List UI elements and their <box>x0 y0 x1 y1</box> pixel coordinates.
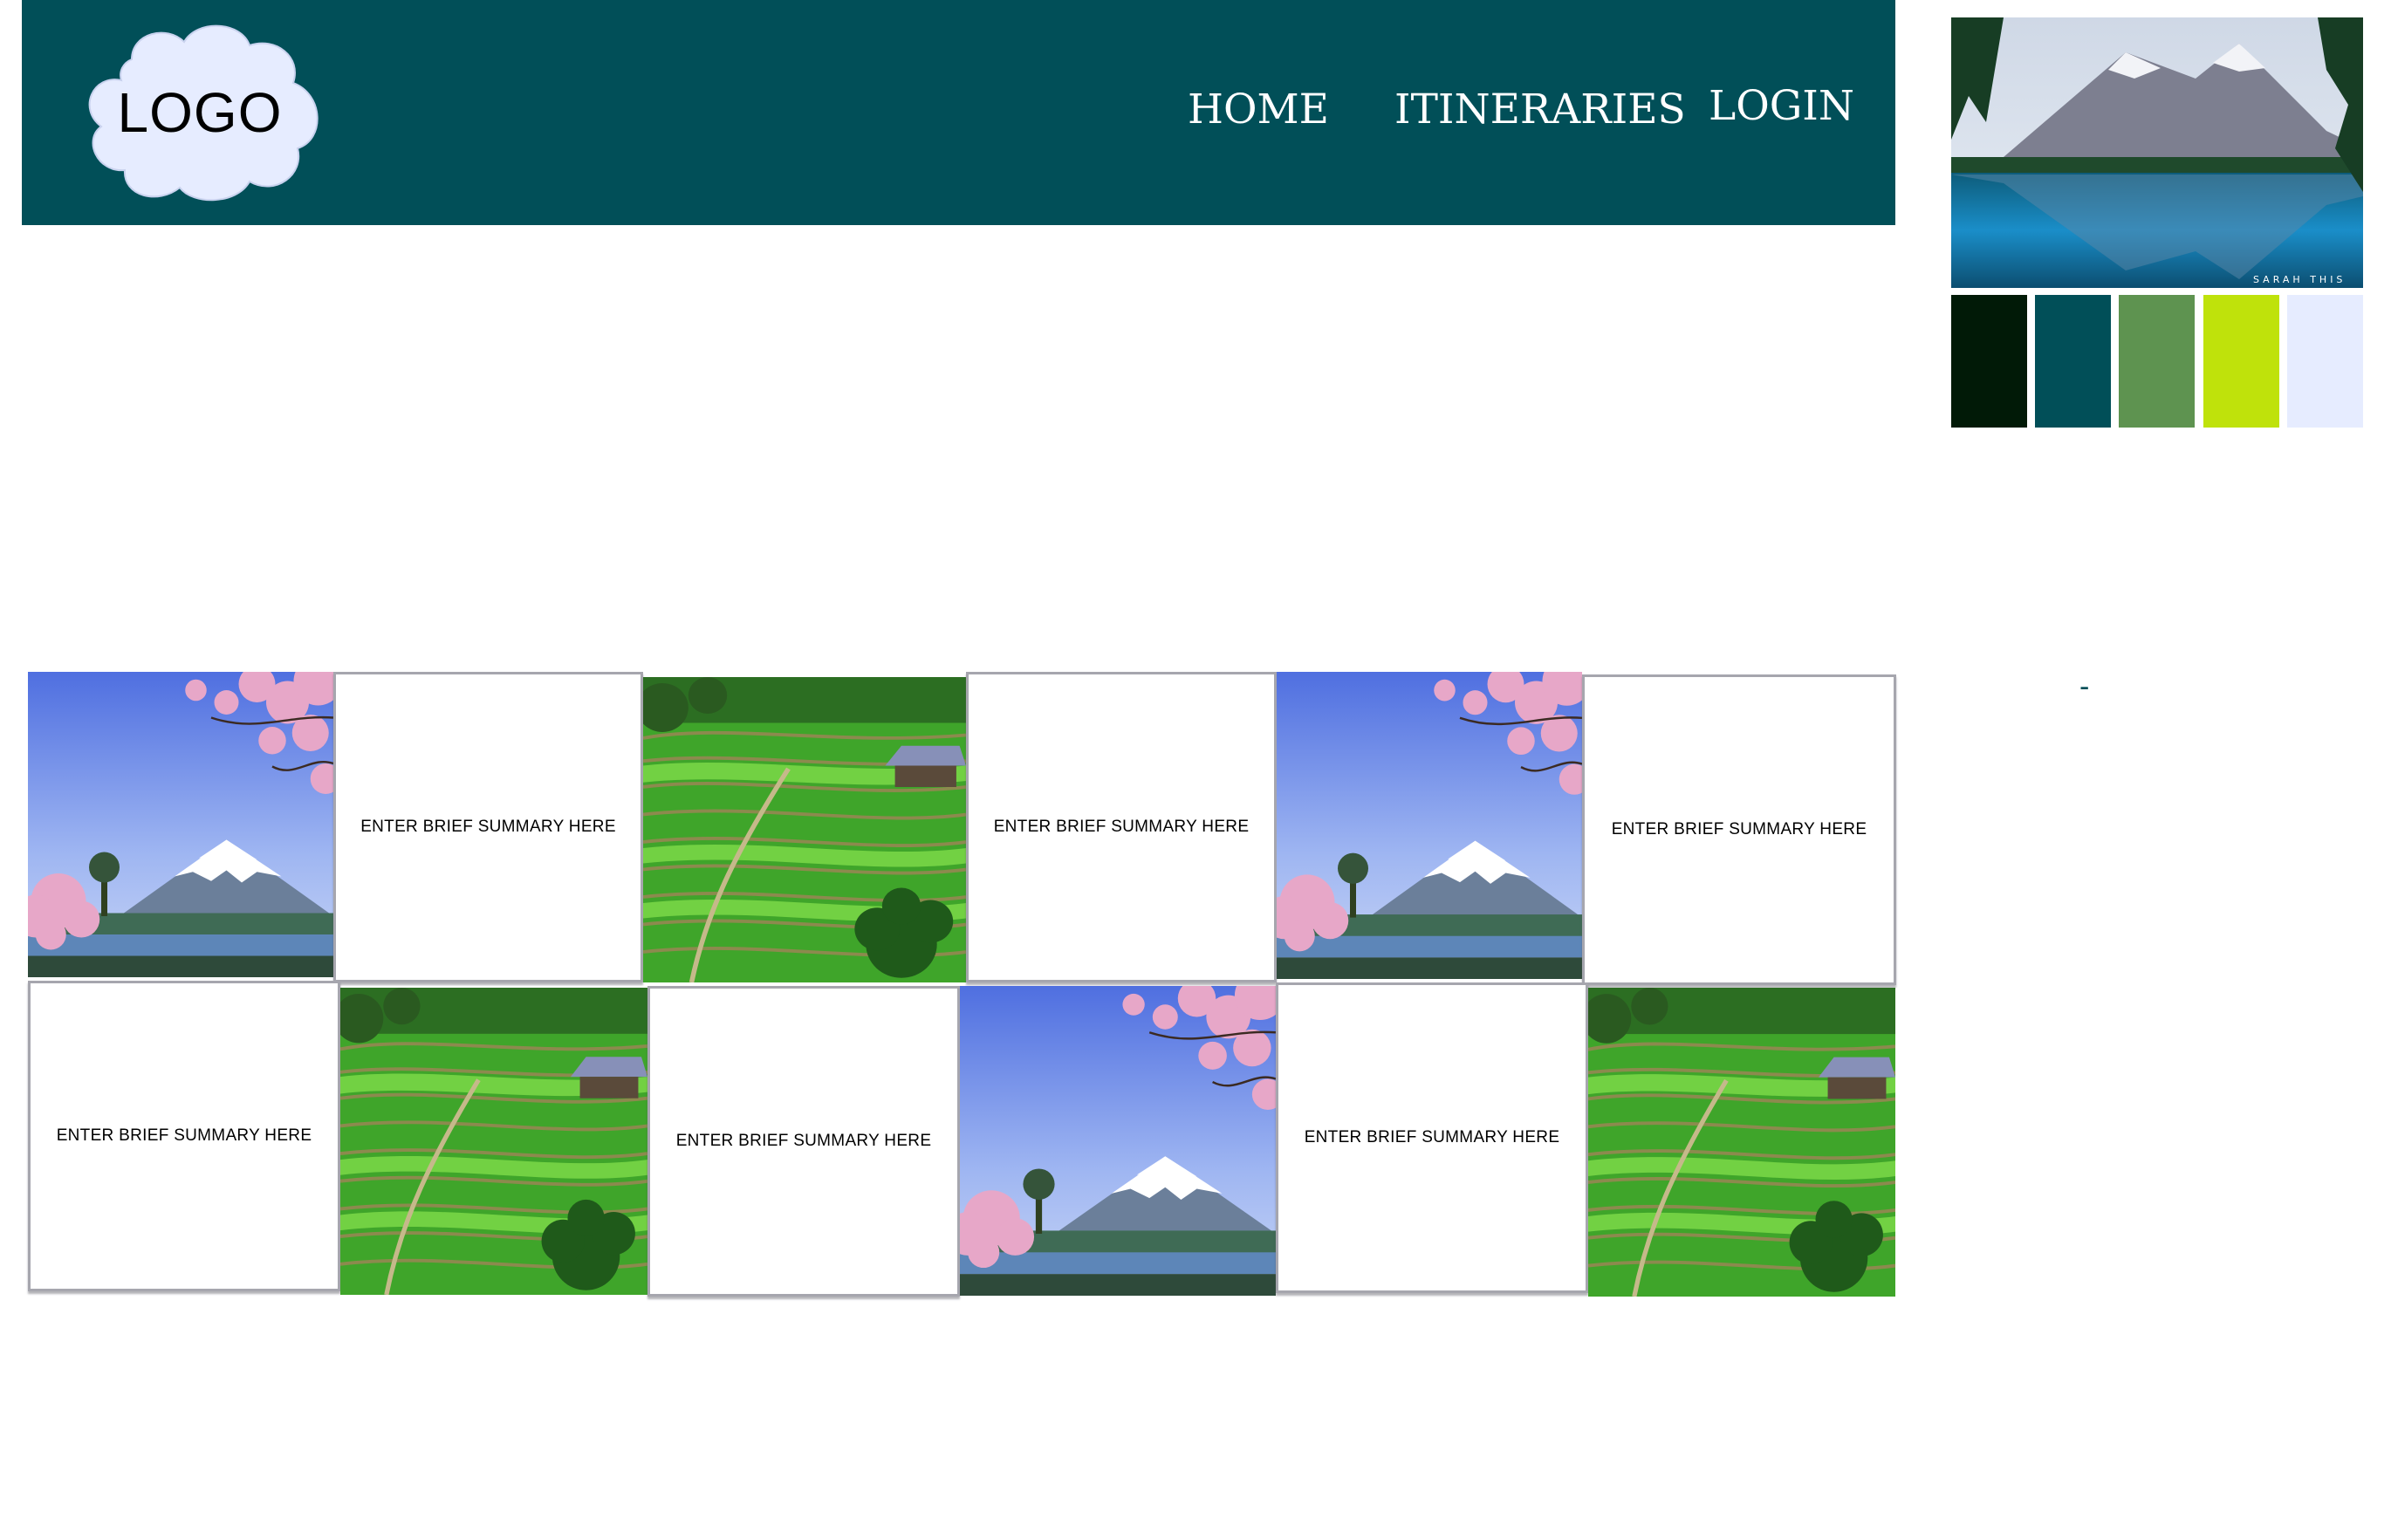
summary-card[interactable]: ENTER BRIEF SUMMARY HERE <box>333 672 643 982</box>
summary-text: ENTER BRIEF SUMMARY HERE <box>360 818 616 836</box>
grid-image-cherry-fuji[interactable] <box>28 672 333 977</box>
grid-image-cherry-fuji[interactable] <box>960 986 1276 1296</box>
summary-card[interactable]: ENTER BRIEF SUMMARY HERE <box>1582 674 1896 985</box>
logo-text: LOGO <box>117 81 283 144</box>
swatch-1 <box>1951 295 2027 428</box>
grid-image-rice-terrace[interactable] <box>643 677 966 982</box>
nav-itineraries-link[interactable]: ITINERARIES <box>1394 86 1686 133</box>
summary-text: ENTER BRIEF SUMMARY HERE <box>675 1132 932 1150</box>
summary-text: ENTER BRIEF SUMMARY HERE <box>1611 820 1867 838</box>
dash-mark: - <box>2079 670 2090 703</box>
summary-card[interactable]: ENTER BRIEF SUMMARY HERE <box>647 986 960 1297</box>
nav-login-link[interactable]: LOGIN <box>1709 82 1854 130</box>
summary-text: ENTER BRIEF SUMMARY HERE <box>993 818 1250 836</box>
swatch-5 <box>2287 295 2363 428</box>
photo-watermark: SARAH THIS <box>2253 274 2346 285</box>
swatch-2 <box>2035 295 2111 428</box>
grid-image-cherry-fuji[interactable] <box>1277 672 1582 979</box>
swatch-3 <box>2119 295 2195 428</box>
summary-text: ENTER BRIEF SUMMARY HERE <box>1304 1128 1560 1146</box>
logo[interactable]: LOGO <box>71 17 329 208</box>
grid-image-rice-terrace[interactable] <box>340 988 647 1295</box>
site-header: LOGO HOME ITINERARIES LOGIN <box>22 0 1895 225</box>
swatch-4 <box>2203 295 2279 428</box>
grid-image-rice-terrace[interactable] <box>1588 988 1895 1297</box>
summary-text: ENTER BRIEF SUMMARY HERE <box>56 1126 312 1145</box>
color-palette <box>1951 295 2363 428</box>
summary-card[interactable]: ENTER BRIEF SUMMARY HERE <box>1276 982 1588 1293</box>
summary-card[interactable]: ENTER BRIEF SUMMARY HERE <box>966 672 1277 982</box>
nav-home-link[interactable]: HOME <box>1188 86 1329 133</box>
moodboard-mountain-lake-image: SARAH THIS <box>1951 17 2363 288</box>
summary-card[interactable]: ENTER BRIEF SUMMARY HERE <box>28 981 340 1291</box>
